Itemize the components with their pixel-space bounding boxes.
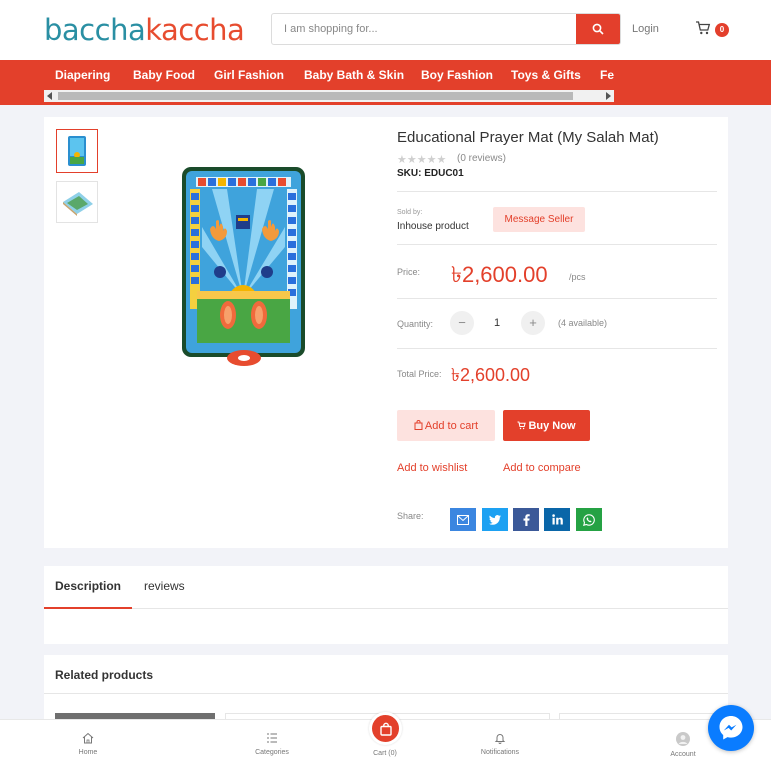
scrollbar-thumb[interactable] bbox=[58, 92, 573, 100]
header-cart-button[interactable] bbox=[695, 20, 711, 39]
active-tab-indicator bbox=[44, 607, 132, 609]
buy-now-label: Buy Now bbox=[528, 419, 576, 432]
logo-part-1: baccha bbox=[44, 13, 146, 47]
site-logo[interactable]: bacchakaccha bbox=[44, 10, 245, 50]
search-button[interactable] bbox=[576, 14, 620, 44]
quantity-decrease-button[interactable]: − bbox=[450, 311, 474, 335]
reviews-count: (0 reviews) bbox=[457, 153, 506, 164]
product-title: Educational Prayer Mat (My Salah Mat) bbox=[397, 129, 659, 146]
whatsapp-share-button[interactable] bbox=[576, 508, 602, 531]
category-more[interactable]: Fe bbox=[600, 68, 614, 82]
bottom-nav-account-label: Account bbox=[670, 751, 696, 758]
quantity-increase-button[interactable]: + bbox=[521, 311, 545, 335]
product-main-image[interactable] bbox=[182, 167, 307, 367]
related-products-title: Related products bbox=[55, 668, 154, 682]
linkedin-icon bbox=[551, 514, 563, 525]
total-price: ৳2,600.00 bbox=[451, 365, 531, 385]
list-icon bbox=[267, 733, 277, 743]
bottom-nav-notifications[interactable]: Notifications bbox=[460, 732, 540, 756]
category-baby-bath-skin[interactable]: Baby Bath & Skin bbox=[304, 68, 404, 82]
related-divider bbox=[44, 693, 728, 694]
shopping-bag-icon bbox=[414, 419, 423, 430]
category-diapering[interactable]: Diapering bbox=[55, 68, 110, 82]
search-input[interactable] bbox=[284, 14, 574, 44]
search-icon bbox=[592, 23, 604, 35]
bottom-nav-cart-label: Cart (0) bbox=[373, 750, 397, 757]
bottom-nav-home[interactable]: Home bbox=[48, 732, 128, 756]
sold-by-value: Inhouse product bbox=[397, 221, 469, 232]
product-thumbnail-1[interactable] bbox=[56, 129, 98, 173]
scroll-left-arrow[interactable] bbox=[47, 92, 52, 100]
add-to-cart-button[interactable]: Add to cart bbox=[397, 410, 495, 441]
buy-now-button[interactable]: Buy Now bbox=[503, 410, 590, 441]
add-to-wishlist-link[interactable]: Add to wishlist bbox=[397, 462, 467, 474]
cart-count-badge: 0 bbox=[715, 23, 729, 37]
email-share-button[interactable] bbox=[450, 508, 476, 531]
divider bbox=[397, 244, 717, 245]
twitter-share-button[interactable] bbox=[482, 508, 508, 531]
price-label: Price: bbox=[397, 267, 421, 277]
bottom-nav-home-label: Home bbox=[78, 749, 98, 756]
cart-icon bbox=[696, 21, 711, 35]
category-girl-fashion[interactable]: Girl Fashion bbox=[214, 68, 284, 82]
divider bbox=[397, 298, 717, 299]
email-icon bbox=[457, 514, 469, 525]
bottom-nav-notifications-label: Notifications bbox=[480, 749, 520, 756]
quantity-label: Quantity: bbox=[397, 319, 434, 329]
product-price: ৳2,600.00 bbox=[451, 262, 548, 287]
quantity-input[interactable] bbox=[484, 311, 510, 335]
logo-part-2: kaccha bbox=[145, 13, 245, 47]
messenger-icon bbox=[719, 716, 743, 740]
message-seller-button[interactable]: Message Seller bbox=[493, 207, 585, 232]
category-list: Diapering Baby Food Girl Fashion Baby Ba… bbox=[44, 60, 614, 90]
linkedin-share-button[interactable] bbox=[544, 508, 570, 531]
bottom-nav-categories[interactable]: Categories bbox=[232, 732, 312, 756]
facebook-share-button[interactable] bbox=[513, 508, 539, 531]
rating-stars: ★★★★★ bbox=[397, 154, 447, 166]
scroll-right-arrow[interactable] bbox=[606, 92, 611, 100]
sold-by-label: Sold by: bbox=[397, 209, 423, 216]
add-to-cart-label: Add to cart bbox=[424, 419, 479, 432]
facebook-icon bbox=[523, 513, 530, 526]
twitter-icon bbox=[489, 514, 501, 525]
product-tabs: Description reviews bbox=[44, 566, 728, 644]
category-scrollbar[interactable] bbox=[44, 90, 614, 102]
avatar-icon bbox=[676, 732, 690, 746]
category-baby-food[interactable]: Baby Food bbox=[133, 68, 195, 82]
share-label: Share: bbox=[397, 511, 424, 521]
product-card: Educational Prayer Mat (My Salah Mat) ★★… bbox=[44, 117, 728, 548]
product-thumbnail-2[interactable] bbox=[56, 181, 98, 223]
add-to-compare-link[interactable]: Add to compare bbox=[503, 462, 581, 474]
cart-icon bbox=[517, 421, 527, 429]
bottom-nav-categories-label: Categories bbox=[255, 749, 289, 756]
tab-reviews[interactable]: reviews bbox=[144, 579, 185, 593]
available-stock: (4 available) bbox=[558, 318, 608, 328]
bell-icon bbox=[494, 734, 506, 744]
tab-description[interactable]: Description bbox=[55, 579, 121, 593]
search-bar bbox=[271, 13, 621, 45]
price-unit: /pcs bbox=[569, 272, 586, 282]
product-sku: SKU: EDUC01 bbox=[397, 168, 464, 179]
divider bbox=[397, 348, 717, 349]
messenger-chat-button[interactable] bbox=[708, 705, 754, 751]
category-boy-fashion[interactable]: Boy Fashion bbox=[421, 68, 493, 82]
shopping-bag-icon bbox=[379, 722, 392, 736]
whatsapp-icon bbox=[583, 513, 595, 526]
prayer-mat-thumbnail-image bbox=[68, 136, 86, 166]
login-link[interactable]: Login bbox=[632, 23, 659, 35]
divider bbox=[397, 191, 717, 192]
bottom-nav-cart-button[interactable] bbox=[369, 712, 402, 745]
tabs-divider bbox=[44, 608, 728, 609]
prayer-mat-folded-thumbnail-image bbox=[63, 192, 93, 216]
total-price-label: Total Price: bbox=[397, 369, 442, 379]
site-header: bacchakaccha Login 0 bbox=[0, 0, 771, 60]
category-toys-gifts[interactable]: Toys & Gifts bbox=[511, 68, 581, 82]
home-icon bbox=[82, 732, 94, 744]
